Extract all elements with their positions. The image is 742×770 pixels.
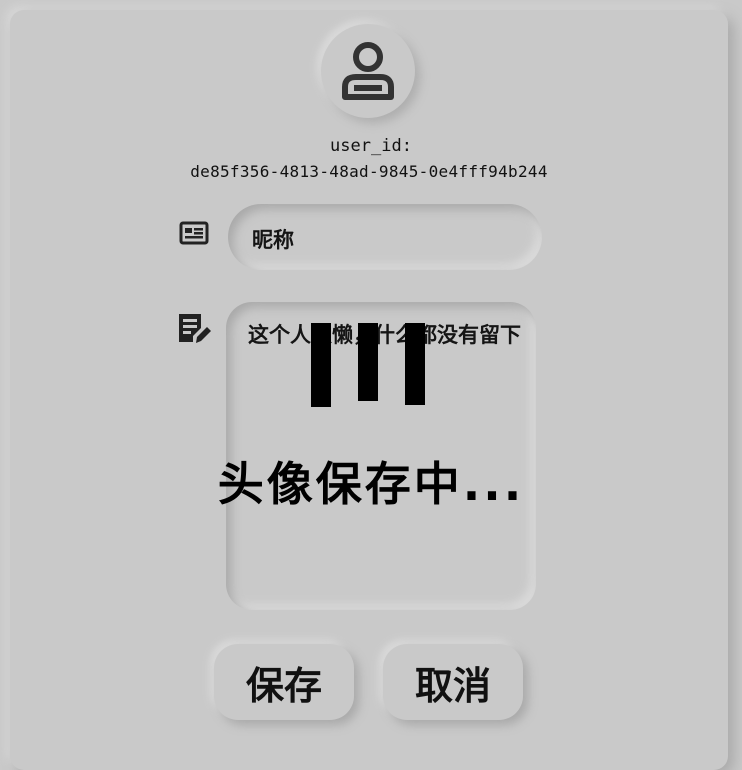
saving-overlay: 头像保存中...: [0, 0, 742, 753]
saving-message: 头像保存中...: [217, 457, 525, 511]
loading-bar-middle: [358, 323, 378, 401]
loading-bar-right: [405, 323, 425, 405]
loading-bar-left: [311, 323, 331, 407]
cancel-button[interactable]: 取消: [383, 644, 523, 720]
save-button[interactable]: 保存: [214, 644, 354, 720]
